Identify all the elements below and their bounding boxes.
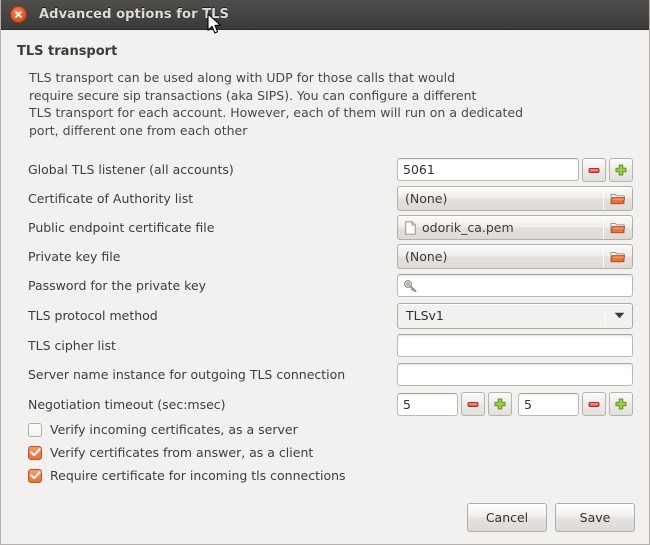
negotiation-timeout-field: 5 5 <box>397 392 633 416</box>
negotiation-sec-input[interactable]: 5 <box>397 393 458 416</box>
global-listener-spinner: 5061 <box>397 158 633 182</box>
row-public-cert: Public endpoint certificate file odorik_… <box>17 213 633 242</box>
server-name-field <box>397 363 633 386</box>
key-icon <box>403 279 419 293</box>
checkbox-label: Verify incoming certificates, as a serve… <box>50 422 298 437</box>
private-key-file-chooser[interactable]: (None) <box>397 244 633 269</box>
minus-icon[interactable] <box>582 392 606 416</box>
open-folder-icon <box>604 220 632 235</box>
protocol-method-field: TLSv1 <box>397 303 633 329</box>
row-negotiation-timeout: Negotiation timeout (sec:msec) 5 <box>17 389 633 419</box>
document-icon <box>405 221 416 235</box>
checkbox-label: Require certificate for incoming tls con… <box>50 468 346 483</box>
public-cert-file-chooser[interactable]: odorik_ca.pem <box>397 215 633 240</box>
private-key-value: (None) <box>405 249 447 264</box>
public-cert-field: odorik_ca.pem <box>397 215 633 240</box>
save-button[interactable]: Save <box>555 503 635 532</box>
cipher-list-label: TLS cipher list <box>17 338 116 353</box>
server-name-label: Server name instance for outgoing TLS co… <box>17 367 345 382</box>
description-line: TLS transport for each account. However,… <box>29 104 633 122</box>
global-listener-input[interactable]: 5061 <box>397 158 579 181</box>
ca-list-field: (None) <box>397 186 633 211</box>
global-listener-field: 5061 <box>397 158 633 182</box>
open-folder-icon <box>604 249 632 264</box>
dialog-content: TLS transport TLS transport can be used … <box>1 30 649 503</box>
section-title: TLS transport <box>17 44 633 59</box>
row-private-key: Private key file (None) <box>17 242 633 271</box>
description-line: require secure sip transactions (aka SIP… <box>29 87 633 105</box>
cipher-list-field <box>397 334 633 357</box>
section-description: TLS transport can be used along with UDP… <box>29 69 633 139</box>
negotiation-msec-input[interactable]: 5 <box>518 393 579 416</box>
cancel-button[interactable]: Cancel <box>467 503 547 532</box>
row-ca-list: Certificate of Authority list (None) <box>17 184 633 213</box>
minus-icon[interactable] <box>582 158 606 182</box>
description-line: port, different one from each other <box>29 122 633 140</box>
checkbox-require-cert[interactable] <box>28 469 42 483</box>
protocol-method-select[interactable]: TLSv1 <box>397 303 633 329</box>
ca-list-label: Certificate of Authority list <box>17 191 193 206</box>
open-folder-icon <box>604 191 632 206</box>
negotiation-timeout-label: Negotiation timeout (sec:msec) <box>17 397 226 412</box>
close-icon[interactable] <box>10 6 27 23</box>
row-protocol-method: TLS protocol method TLSv1 <box>17 300 633 331</box>
password-input[interactable] <box>397 274 633 297</box>
checkbox-verify-incoming[interactable] <box>28 423 42 437</box>
cipher-list-input[interactable] <box>397 334 633 357</box>
row-global-listener: Global TLS listener (all accounts) 5061 <box>17 155 633 184</box>
private-key-field: (None) <box>397 244 633 269</box>
dialog-window: Advanced options for TLS TLS transport T… <box>0 0 650 545</box>
plus-icon[interactable] <box>609 158 633 182</box>
global-listener-label: Global TLS listener (all accounts) <box>17 162 234 177</box>
description-line: TLS transport can be used along with UDP… <box>29 69 633 87</box>
plus-icon[interactable] <box>488 392 512 416</box>
password-label: Password for the private key <box>17 278 206 293</box>
checkbox-row-verify-incoming[interactable]: Verify incoming certificates, as a serve… <box>17 419 633 440</box>
public-cert-label: Public endpoint certificate file <box>17 220 214 235</box>
row-server-name: Server name instance for outgoing TLS co… <box>17 360 633 389</box>
titlebar: Advanced options for TLS <box>1 0 649 30</box>
dialog-footer: Cancel Save <box>1 503 649 544</box>
password-field <box>397 274 633 297</box>
window-title: Advanced options for TLS <box>39 7 229 22</box>
checkbox-verify-answer[interactable] <box>28 446 42 460</box>
row-cipher-list: TLS cipher list <box>17 331 633 360</box>
chevron-down-icon <box>606 312 632 319</box>
minus-icon[interactable] <box>461 392 485 416</box>
checkbox-row-verify-answer[interactable]: Verify certificates from answer, as a cl… <box>17 442 633 463</box>
negotiation-msec-spinner: 5 <box>518 392 633 416</box>
private-key-label: Private key file <box>17 249 120 264</box>
negotiation-sec-spinner: 5 <box>397 392 512 416</box>
public-cert-value: odorik_ca.pem <box>422 220 514 235</box>
plus-icon[interactable] <box>609 392 633 416</box>
protocol-method-value: TLSv1 <box>398 308 605 323</box>
checkbox-row-require-cert[interactable]: Require certificate for incoming tls con… <box>17 465 633 486</box>
ca-list-value: (None) <box>405 191 447 206</box>
checkbox-label: Verify certificates from answer, as a cl… <box>50 445 313 460</box>
server-name-input[interactable] <box>397 363 633 386</box>
row-password: Password for the private key <box>17 271 633 300</box>
ca-list-file-chooser[interactable]: (None) <box>397 186 633 211</box>
protocol-method-label: TLS protocol method <box>17 308 158 323</box>
